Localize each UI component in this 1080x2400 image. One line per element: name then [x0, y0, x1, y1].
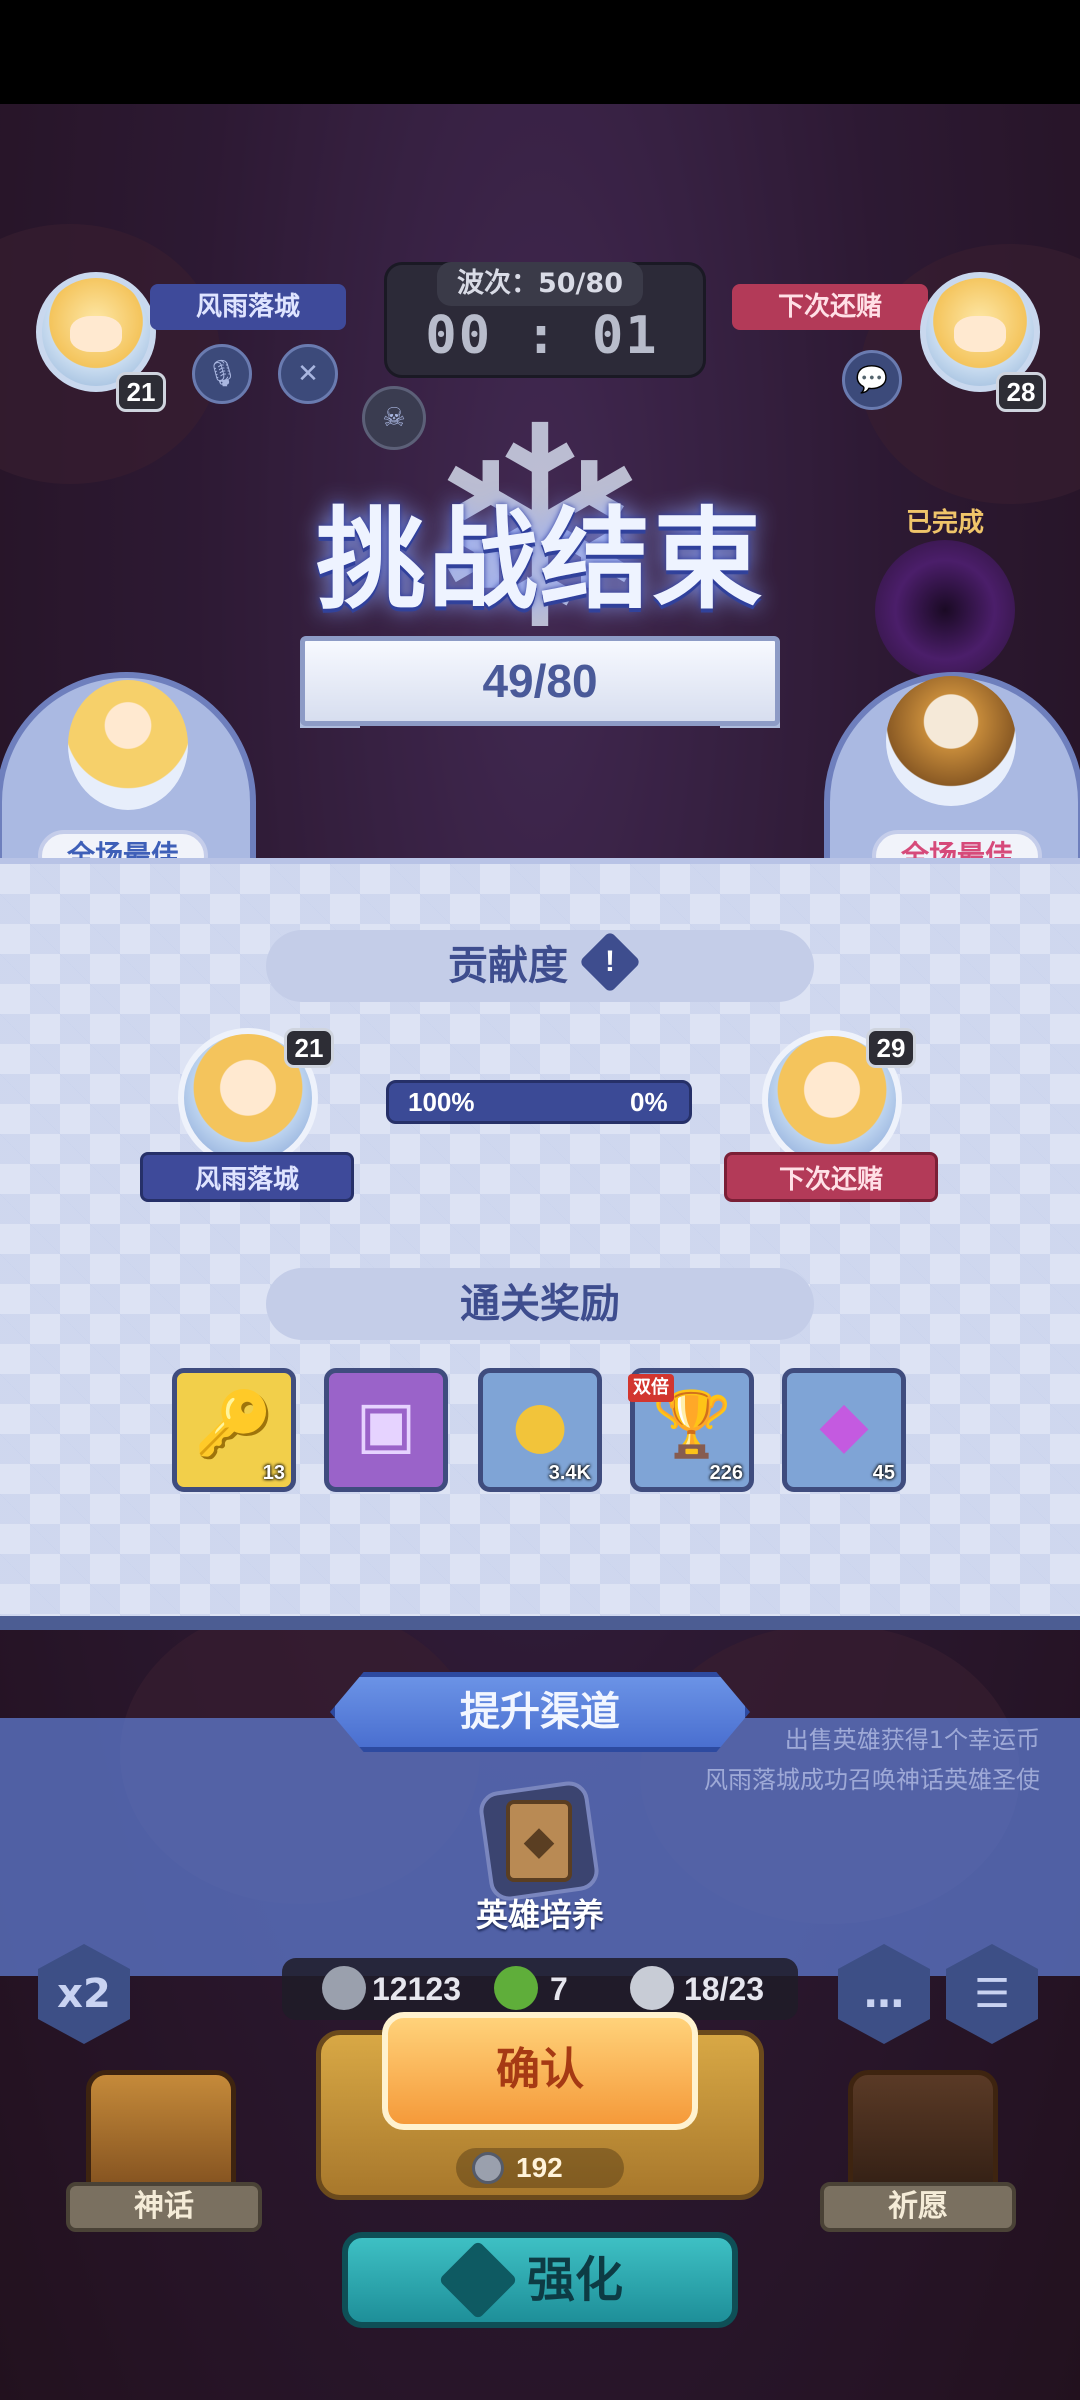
contrib-left-percent: 100% [408, 1087, 475, 1117]
myth-button[interactable]: 神话 [66, 2182, 262, 2232]
hero-training-button[interactable]: 英雄培养 [440, 1890, 640, 1940]
reward-crystal[interactable]: ◆ 45 [782, 1368, 906, 1492]
final-score: 49/80 [482, 655, 598, 707]
contribution-header: 贡献度 [266, 930, 814, 1002]
key-icon: 🔑 [194, 1388, 274, 1462]
silver-coin-icon [472, 2152, 504, 2184]
contrib-player1-level: 21 [284, 1028, 334, 1068]
upgrade-button[interactable]: 强化 [342, 2232, 738, 2328]
units-icon [630, 1966, 674, 2010]
reward-crystal-qty: 45 [872, 1462, 895, 1484]
clover-icon [494, 1966, 538, 2010]
contribution-title: 贡献度 [448, 943, 568, 989]
chat-icon[interactable]: 💬 [842, 350, 902, 410]
clover-amount: 7 [550, 1971, 568, 2007]
player1-name-plate: 风雨落城 [150, 284, 346, 330]
silver-amount: 12123 [372, 1971, 461, 2007]
wave-timer: 00 : 01 [425, 306, 659, 366]
completed-label: 已完成 [905, 508, 984, 538]
wave-counter: 波次：50/80 [437, 262, 643, 306]
speed-label[interactable]: x2 [38, 1944, 130, 2044]
reward-key-qty: 13 [262, 1462, 285, 1484]
status-bar [0, 0, 1080, 104]
reward-chest[interactable]: ▣ [324, 1368, 448, 1492]
hero-card-icon[interactable]: ◆ [506, 1800, 572, 1882]
crystal-icon: ◆ [819, 1388, 869, 1462]
silver-coin-icon [322, 1966, 366, 2010]
reward-coin-qty: 3.4K [548, 1462, 591, 1484]
upgrade-label[interactable]: 强化 [527, 2252, 623, 2308]
reward-key[interactable]: 🔑 13 [172, 1368, 296, 1492]
portal-icon [875, 540, 1015, 680]
chat-muted-icon[interactable]: ✕ [278, 344, 338, 404]
menu-icon[interactable]: ☰ [946, 1944, 1038, 2044]
pray-button[interactable]: 祈愿 [820, 2182, 1016, 2232]
player1-level-badge: 21 [116, 372, 166, 412]
chat-bubble-icon[interactable]: … [838, 1944, 930, 2044]
summon-cost: 192 [516, 2152, 563, 2183]
mic-muted-icon[interactable]: 🎙 [192, 344, 252, 404]
info-icon[interactable]: ! [588, 940, 632, 984]
contrib-right-percent: 0% [630, 1087, 668, 1117]
ticker-message-1: 出售英雄获得1个幸运币 [784, 1726, 1040, 1754]
ticker-message-2: 风雨落城成功召唤神话英雄圣使 [704, 1766, 1040, 1794]
left-mvp-hero-icon [68, 680, 188, 810]
player2-name-plate: 下次还赌 [732, 284, 928, 330]
contrib-player2-level: 29 [866, 1028, 916, 1068]
contrib-player2-name: 下次还赌 [724, 1152, 938, 1202]
double-reward-tag: 双倍 [628, 1374, 674, 1402]
player2-level-badge: 28 [996, 372, 1046, 412]
unit-count: 18/23 [684, 1971, 765, 2007]
boost-banner: 提升渠道 [330, 1672, 750, 1752]
reward-coin[interactable]: ● 3.4K [478, 1368, 602, 1492]
result-title: 挑战结束 [316, 496, 764, 624]
right-mvp-hero-icon [886, 676, 1016, 806]
confirm-button[interactable]: 确认 [382, 2012, 698, 2130]
contrib-player1-name: 风雨落城 [140, 1152, 354, 1202]
chest-icon: ▣ [355, 1388, 417, 1462]
coin-icon: ● [512, 1388, 568, 1462]
reward-trophy-qty: 226 [709, 1462, 743, 1484]
rewards-header: 通关奖励 [266, 1268, 814, 1340]
